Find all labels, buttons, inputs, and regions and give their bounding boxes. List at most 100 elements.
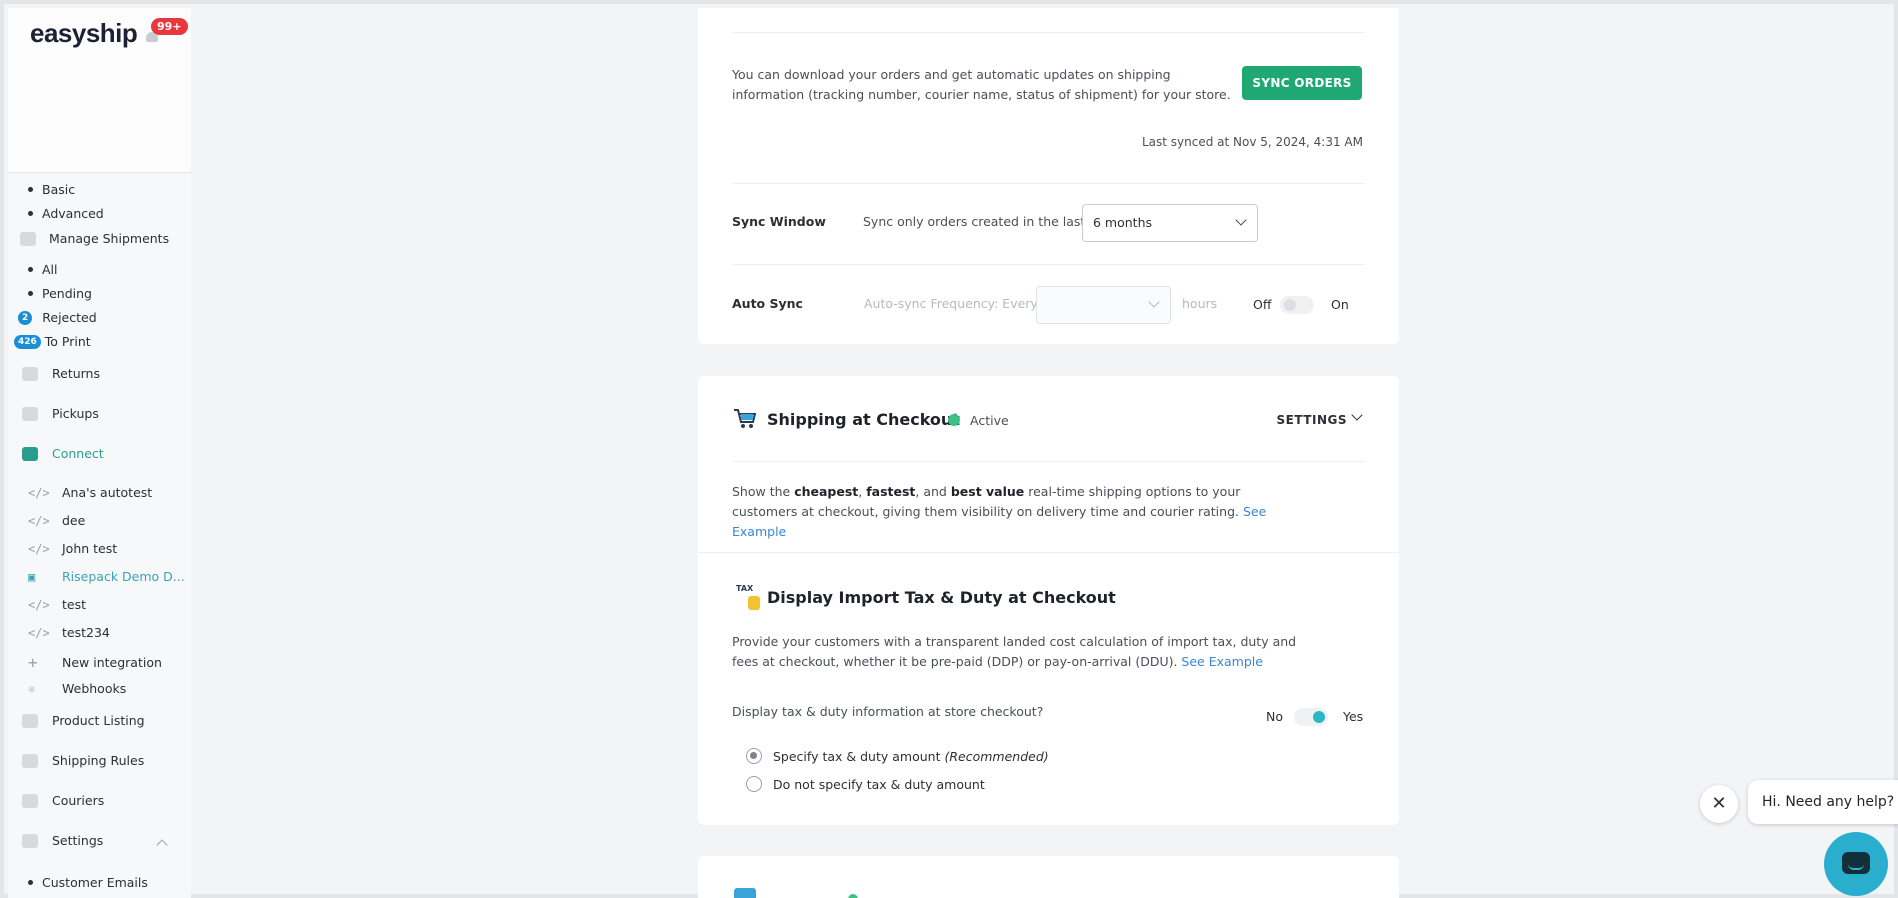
radio-do-not-specify-label: Do not specify tax & duty amount bbox=[773, 777, 985, 792]
sidebar-item-test234[interactable]: </> test234 bbox=[8, 625, 110, 640]
auto-sync-text: Auto-sync Frequency: Every bbox=[864, 296, 1038, 311]
chevron-down-icon bbox=[1148, 296, 1160, 308]
chevron-down-icon[interactable] bbox=[1351, 409, 1363, 421]
auto-sync-toggle[interactable] bbox=[1280, 296, 1314, 314]
radio-do-not-specify[interactable] bbox=[746, 776, 762, 792]
chat-message-bubble[interactable]: Hi. Need any help? bbox=[1748, 780, 1898, 824]
sidebar-item-label: Pending bbox=[42, 286, 92, 301]
barcode-icon bbox=[20, 231, 36, 246]
rejected-count-badge: 2 bbox=[18, 310, 33, 325]
chat-launcher-button[interactable] bbox=[1824, 832, 1888, 896]
sidebar-item-label: Rejected bbox=[42, 310, 97, 325]
sidebar-item-label: test bbox=[62, 597, 87, 612]
notification-badge[interactable]: 99+ bbox=[151, 18, 188, 35]
tax-duty-description: Provide your customers with a transparen… bbox=[732, 632, 1322, 672]
sidebar-item-returns[interactable]: Returns bbox=[8, 366, 100, 381]
sidebar-item-label: Pickups bbox=[52, 406, 99, 421]
last-synced-text: Last synced at Nov 5, 2024, 4:31 AM bbox=[1141, 135, 1363, 149]
sidebar-item-product-listing[interactable]: Product Listing bbox=[8, 713, 145, 728]
status-dot-icon bbox=[948, 414, 960, 426]
emphasis-best-value: best value bbox=[950, 484, 1025, 499]
sidebar-item-test[interactable]: </> test bbox=[8, 597, 86, 612]
sidebar-item-manage-shipments[interactable]: Manage Shipments bbox=[8, 231, 169, 246]
settings-dropdown[interactable]: SETTINGS bbox=[1277, 413, 1348, 427]
sidebar-item-webhooks[interactable]: ⚛ Webhooks bbox=[8, 681, 126, 696]
sidebar-item-label: Manage Shipments bbox=[49, 231, 170, 246]
chat-icon bbox=[1842, 852, 1870, 874]
sync-orders-button[interactable]: SYNC ORDERS bbox=[1242, 66, 1362, 100]
emphasis-fastest: fastest bbox=[866, 484, 916, 499]
easyship-logo[interactable]: easyship bbox=[30, 18, 138, 49]
sidebar-item-customer-emails[interactable]: Customer Emails bbox=[8, 875, 148, 890]
truck-icon bbox=[22, 406, 38, 421]
sidebar-item-label: Ana's autotest bbox=[62, 485, 153, 500]
chevron-down-icon bbox=[1235, 214, 1247, 226]
sidebar: easyship 99+ Basic Advanced Manage Shipm… bbox=[8, 8, 191, 898]
tax-question: Display tax & duty information at store … bbox=[732, 704, 1044, 719]
sidebar-item-all[interactable]: All bbox=[8, 262, 58, 277]
sidebar-item-advanced[interactable]: Advanced bbox=[8, 206, 104, 221]
sidebar-item-new-integration[interactable]: + New integration bbox=[8, 653, 162, 672]
sidebar-item-settings[interactable]: Settings bbox=[8, 833, 103, 848]
shopify-bag-icon: ▣ bbox=[28, 569, 36, 584]
courier-icon bbox=[22, 793, 38, 808]
radio-specify-amount[interactable] bbox=[746, 748, 762, 764]
on-label: On bbox=[1331, 297, 1349, 312]
product-icon bbox=[22, 713, 38, 728]
code-icon: </> bbox=[28, 513, 50, 528]
tax-duty-toggle[interactable] bbox=[1294, 708, 1328, 726]
sync-window-value: 6 months bbox=[1093, 215, 1153, 230]
divider bbox=[698, 552, 1399, 553]
sidebar-item-label: Couriers bbox=[52, 793, 105, 808]
cart-icon bbox=[734, 409, 757, 428]
chat-close-button[interactable]: ✕ bbox=[1700, 785, 1738, 823]
product-icon bbox=[734, 888, 756, 898]
sync-orders-card: You can download your orders and get aut… bbox=[698, 8, 1399, 344]
toggle-knob bbox=[1313, 711, 1325, 723]
sidebar-item-risepack-demo[interactable]: ▣ Risepack Demo D... bbox=[8, 569, 185, 584]
sidebar-item-dee[interactable]: </> dee bbox=[8, 513, 85, 528]
sync-description: You can download your orders and get aut… bbox=[732, 67, 1231, 102]
chevron-up-icon[interactable] bbox=[156, 839, 168, 851]
rules-icon bbox=[22, 753, 38, 768]
sidebar-item-label: John test bbox=[62, 541, 118, 556]
settings-icon bbox=[22, 833, 38, 848]
checkout-description: Show the cheapest, fastest, and best val… bbox=[732, 482, 1292, 542]
sidebar-item-label: All bbox=[42, 262, 58, 277]
sidebar-item-to-print[interactable]: 426 To Print bbox=[8, 334, 91, 349]
to-print-count-badge: 426 bbox=[14, 334, 41, 349]
sidebar-item-john-test[interactable]: </> John test bbox=[8, 541, 117, 556]
sidebar-item-label: Basic bbox=[42, 182, 76, 197]
tax-duty-title: Display Import Tax & Duty at Checkout bbox=[767, 588, 1116, 607]
sidebar-item-shipping-rules[interactable]: Shipping Rules bbox=[8, 753, 144, 768]
sidebar-item-couriers[interactable]: Couriers bbox=[8, 793, 104, 808]
logo-area: easyship 99+ bbox=[8, 8, 191, 173]
coins-icon bbox=[748, 596, 760, 610]
no-label: No bbox=[1266, 709, 1283, 724]
toggle-knob bbox=[1284, 299, 1296, 311]
bullet-icon bbox=[28, 211, 33, 216]
sync-window-text: Sync only orders created in the last bbox=[863, 214, 1086, 229]
sidebar-item-label: dee bbox=[62, 513, 86, 528]
divider bbox=[732, 461, 1365, 462]
description-text: , and bbox=[915, 484, 951, 499]
sidebar-item-label: Returns bbox=[52, 366, 100, 381]
sidebar-item-pending[interactable]: Pending bbox=[8, 286, 92, 301]
plus-icon: + bbox=[28, 653, 38, 672]
sidebar-item-pickups[interactable]: Pickups bbox=[8, 406, 99, 421]
bullet-icon bbox=[28, 291, 33, 296]
sidebar-item-label: Settings bbox=[52, 833, 104, 848]
tax-icon-text: TAX bbox=[736, 584, 754, 593]
auto-sync-frequency-select[interactable] bbox=[1036, 286, 1171, 324]
sidebar-item-anas-autotest[interactable]: </> Ana's autotest bbox=[8, 485, 152, 500]
auto-sync-label: Auto Sync bbox=[732, 296, 803, 311]
see-example-link[interactable]: See Example bbox=[1181, 654, 1263, 669]
sidebar-item-basic[interactable]: Basic bbox=[8, 182, 75, 197]
sidebar-item-rejected[interactable]: 2 Rejected bbox=[8, 310, 97, 325]
code-icon: </> bbox=[28, 541, 50, 556]
divider bbox=[732, 183, 1365, 184]
sidebar-item-label: New integration bbox=[62, 655, 162, 670]
sidebar-item-connect[interactable]: Connect bbox=[8, 446, 104, 461]
option-text: Specify tax & duty amount bbox=[773, 749, 945, 764]
sync-window-select[interactable]: 6 months bbox=[1082, 204, 1258, 242]
